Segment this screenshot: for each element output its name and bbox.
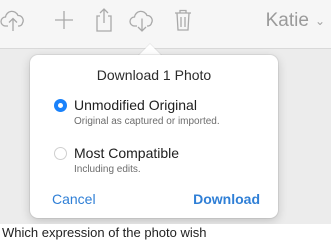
toolbar: Katie ⌄ bbox=[0, 0, 331, 48]
dialog-title: Download 1 Photo bbox=[96, 67, 212, 83]
add-icon[interactable] bbox=[52, 4, 76, 36]
user-menu[interactable]: Katie ⌄ bbox=[266, 6, 325, 36]
download-dialog: Download 1 Photo Unmodified Original Ori… bbox=[30, 55, 278, 218]
option-description: Including edits. bbox=[74, 164, 141, 175]
cancel-button[interactable]: Cancel bbox=[52, 191, 96, 207]
download-button[interactable]: Download bbox=[193, 191, 260, 207]
option-description: Original as captured or imported. bbox=[74, 116, 220, 127]
divider bbox=[303, 85, 331, 113]
chevron-down-icon: ⌄ bbox=[314, 14, 325, 28]
option-label: Most Compatible bbox=[74, 145, 180, 161]
radio-unmodified-original[interactable] bbox=[54, 99, 67, 112]
share-icon[interactable] bbox=[92, 4, 116, 36]
user-name: Katie bbox=[265, 10, 309, 31]
cloud-download-icon[interactable] bbox=[128, 4, 158, 36]
radio-most-compatible[interactable] bbox=[54, 147, 67, 160]
cloud-upload-icon[interactable] bbox=[0, 4, 28, 36]
body-text: Which expression of the photo wish bbox=[0, 224, 331, 242]
trash-icon[interactable] bbox=[172, 4, 194, 36]
option-label: Unmodified Original bbox=[74, 97, 197, 113]
